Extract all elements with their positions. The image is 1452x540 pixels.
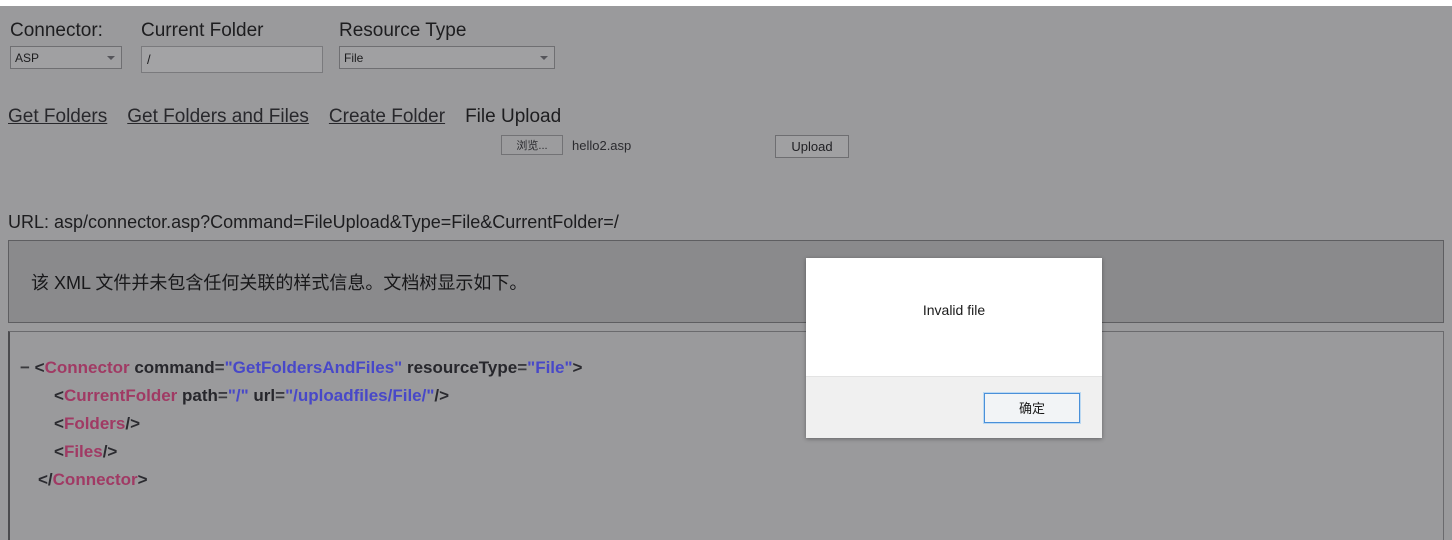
- resource-type-selected-value: File: [344, 50, 364, 65]
- xml-equals: =: [517, 358, 528, 377]
- xml-selfclose-bracket: />: [102, 442, 118, 461]
- upload-button[interactable]: Upload: [775, 135, 849, 158]
- xml-attr-resourcetype: resourceType: [406, 358, 518, 377]
- xml-open-bracket: </: [38, 470, 53, 489]
- connector-select[interactable]: ASP: [10, 46, 122, 69]
- resource-type-select[interactable]: File: [339, 46, 555, 69]
- xml-value-path: "/": [227, 386, 249, 405]
- link-get-folders[interactable]: Get Folders: [8, 106, 107, 128]
- current-folder-label: Current Folder: [141, 20, 264, 41]
- xml-open-bracket: <: [54, 414, 64, 433]
- xml-tag-connector: Connector: [52, 470, 138, 489]
- xml-line-currentfolder: <CurrentFolder path="/" url="/uploadfile…: [20, 382, 1443, 410]
- dialog-ok-button[interactable]: 确定: [983, 391, 1081, 424]
- xml-equals: =: [275, 386, 286, 405]
- dialog-footer: 确定: [806, 376, 1102, 438]
- connector-label: Connector:: [10, 20, 103, 41]
- xml-value-url: "/uploadfiles/File/": [285, 386, 435, 405]
- fckeditor-connector-test-page: Connector: ASP Current Folder / Resource…: [0, 6, 1452, 540]
- current-folder-field: Current Folder /: [141, 20, 323, 73]
- resource-type-field: Resource Type File: [339, 20, 555, 69]
- link-create-folder[interactable]: Create Folder: [329, 106, 445, 128]
- xml-line-files: <Files/>: [20, 438, 1443, 466]
- file-upload-row: 浏览... hello2.asp: [501, 135, 631, 155]
- xml-attr-path: path: [182, 386, 218, 405]
- file-upload-label: File Upload: [465, 106, 562, 127]
- xml-stylesheet-notice: 该 XML 文件并未包含任何关联的样式信息。文档树显示如下。: [8, 240, 1444, 323]
- current-folder-value: /: [147, 52, 151, 67]
- xml-selfclose-bracket: />: [434, 386, 450, 405]
- xml-close-bracket: >: [137, 470, 148, 489]
- connector-field: Connector: ASP: [10, 20, 122, 69]
- xml-open-bracket: <: [34, 358, 45, 377]
- xml-line-connector-open: − <Connector command="GetFoldersAndFiles…: [20, 354, 1443, 382]
- xml-tag-currentfolder: CurrentFolder: [63, 386, 178, 405]
- xml-line-folders: <Folders/>: [20, 410, 1443, 438]
- dialog-message: Invalid file: [922, 302, 986, 318]
- chevron-down-icon: [540, 55, 548, 60]
- xml-value-command: "GetFoldersAndFiles": [224, 358, 403, 377]
- xml-attr-command: command: [134, 358, 215, 377]
- chevron-down-icon: [107, 55, 115, 60]
- xml-close-bracket: >: [572, 358, 583, 377]
- xml-document-tree: − <Connector command="GetFoldersAndFiles…: [8, 331, 1444, 540]
- xml-open-bracket: <: [54, 442, 64, 461]
- current-folder-input[interactable]: /: [141, 46, 323, 73]
- xml-line-connector-close: </Connector>: [20, 466, 1443, 494]
- xml-value-resourcetype: "File": [527, 358, 573, 377]
- request-url-line: URL: asp/connector.asp?Command=FileUploa…: [8, 212, 619, 232]
- xml-tag-connector: Connector: [44, 358, 130, 377]
- xml-tag-files: Files: [63, 442, 103, 461]
- link-get-folders-and-files[interactable]: Get Folders and Files: [127, 106, 309, 128]
- xml-attr-url: url: [253, 386, 276, 405]
- xml-notice-text: 该 XML 文件并未包含任何关联的样式信息。文档树显示如下。: [31, 272, 528, 293]
- browse-button[interactable]: 浏览...: [501, 135, 563, 155]
- xml-equals: =: [217, 386, 228, 405]
- selected-file-name: hello2.asp: [572, 137, 632, 153]
- xml-selfclose-bracket: />: [125, 414, 140, 433]
- xml-equals: =: [214, 358, 225, 377]
- collapse-toggle-icon[interactable]: −: [20, 358, 30, 377]
- xml-tag-folders: Folders: [63, 414, 126, 433]
- command-links-row: Get Folders Get Folders and Files Create…: [8, 106, 561, 128]
- resource-type-label: Resource Type: [339, 20, 467, 41]
- xml-open-bracket: <: [54, 386, 64, 405]
- invalid-file-dialog: Invalid file 确定: [806, 258, 1102, 438]
- dialog-body: Invalid file: [806, 258, 1102, 376]
- connector-form-row: Connector: ASP Current Folder / Resource…: [10, 20, 555, 73]
- connector-selected-value: ASP: [15, 50, 40, 65]
